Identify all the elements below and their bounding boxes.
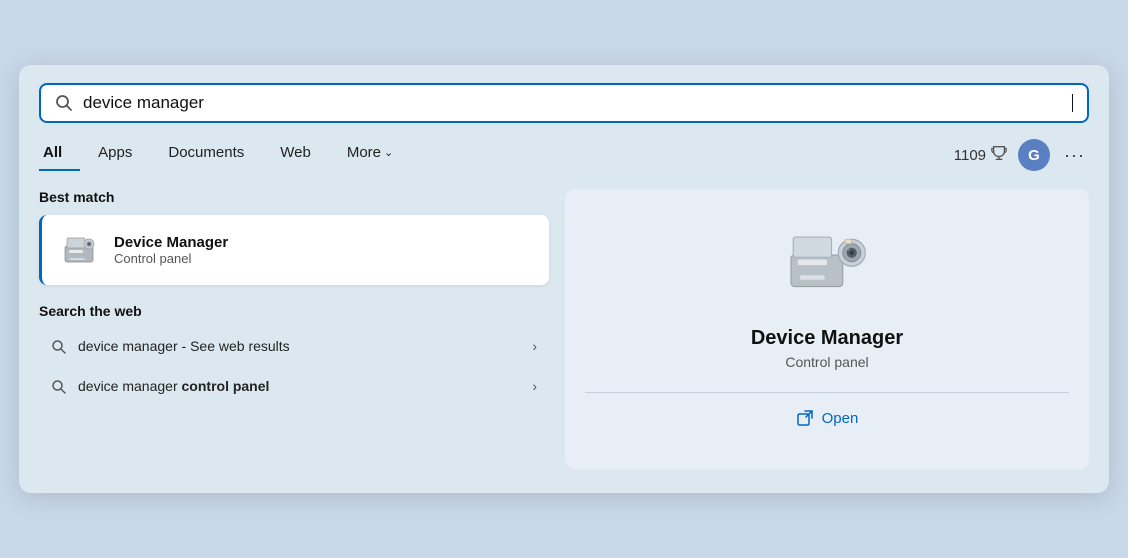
web-result-query-1: device manager [78,338,178,354]
filter-bar: All Apps Documents Web More ⌄ 1109 G [39,139,1089,171]
chevron-down-icon: ⌄ [384,146,393,159]
search-container: All Apps Documents Web More ⌄ 1109 G [19,65,1109,493]
open-external-icon [796,409,814,427]
filter-right: 1109 G ··· [954,139,1089,171]
web-result-bold-2: control panel [182,378,270,394]
divider [585,392,1069,393]
tab-more[interactable]: More ⌄ [329,140,411,171]
search-web-section: Search the web device manager - See web … [39,303,549,405]
web-result-text-2: device manager control panel [78,378,520,394]
avatar[interactable]: G [1018,139,1050,171]
right-panel-title: Device Manager [751,327,903,350]
card-text: Device Manager Control panel [114,234,228,266]
card-subtitle: Control panel [114,251,228,266]
search-web-icon-1 [51,339,66,354]
chevron-right-icon-2: › [532,378,537,394]
search-web-icon-2 [51,379,66,394]
best-match-title: Best match [39,189,549,205]
search-bar [39,83,1089,123]
best-match-card[interactable]: Device Manager Control panel [39,215,549,285]
web-result-2[interactable]: device manager control panel › [39,367,549,405]
web-result-1[interactable]: device manager - See web results › [39,327,549,365]
web-result-query-2: device manager [78,378,182,394]
right-panel: Device Manager Control panel Open [565,189,1089,469]
main-content: Best match [39,189,1089,469]
text-cursor [1072,94,1073,112]
left-panel: Best match [39,189,549,469]
card-title: Device Manager [114,234,228,251]
more-options-button[interactable]: ··· [1060,143,1089,168]
device-manager-icon [58,229,100,271]
chevron-right-icon-1: › [532,338,537,354]
web-result-suffix-1: - See web results [178,338,290,354]
search-web-title: Search the web [39,303,549,319]
tab-web[interactable]: Web [262,140,329,171]
score-display: 1109 [954,144,1008,167]
tab-apps[interactable]: Apps [80,140,150,171]
right-panel-subtitle: Control panel [785,354,868,370]
tab-documents[interactable]: Documents [150,140,262,171]
open-button[interactable]: Open [796,409,859,427]
search-input[interactable] [83,93,1071,113]
open-label: Open [822,410,859,427]
search-icon [55,94,73,112]
trophy-icon [990,144,1008,167]
score-value: 1109 [954,147,986,164]
right-panel-device-icon [782,219,872,309]
tab-all[interactable]: All [39,140,80,171]
web-result-text-1: device manager - See web results [78,338,520,354]
